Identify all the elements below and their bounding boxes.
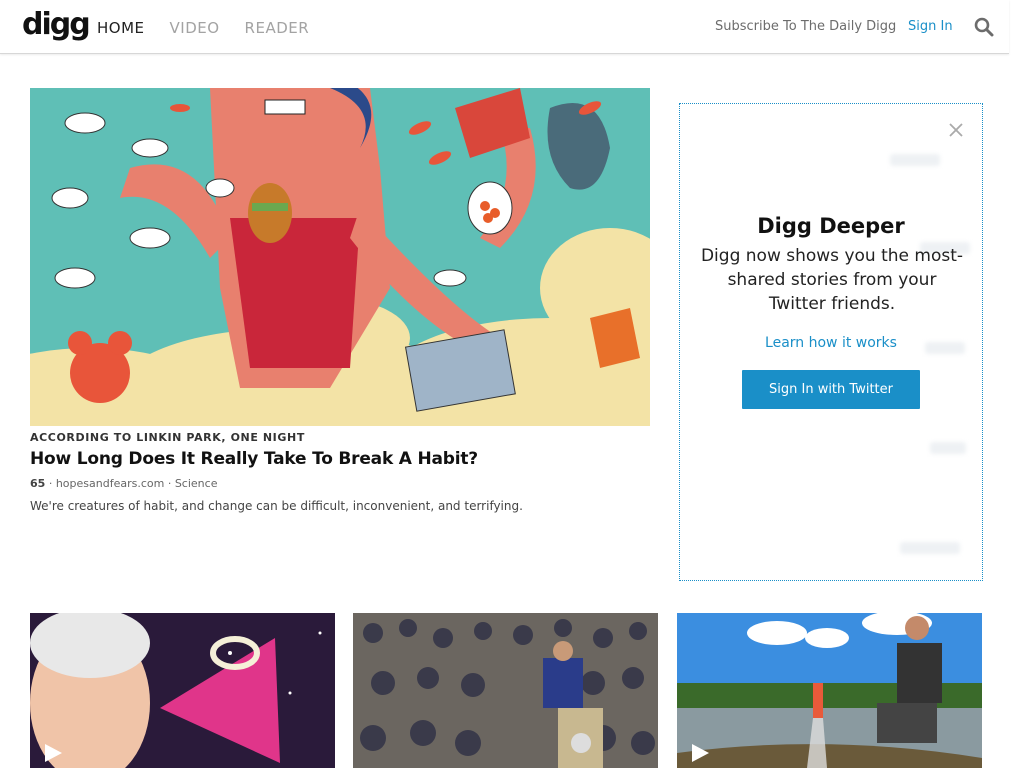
hero-meta: 65 · hopesandfears.com · Science bbox=[30, 477, 217, 490]
search-icon[interactable] bbox=[974, 17, 994, 37]
sign-in-link[interactable]: Sign In bbox=[908, 19, 953, 34]
play-icon[interactable] bbox=[689, 742, 711, 764]
ghost-placeholder bbox=[890, 154, 940, 166]
learn-how-link[interactable]: Learn how it works bbox=[680, 335, 982, 351]
source-link[interactable]: hopesandfears.com bbox=[56, 477, 165, 490]
crowd-airport-security bbox=[353, 613, 658, 768]
hero-image[interactable] bbox=[30, 88, 650, 426]
man-launching-rocket-lake bbox=[677, 613, 982, 768]
story-card[interactable] bbox=[353, 613, 658, 768]
hero-kicker: ACCORDING TO LINKIN PARK, ONE NIGHT bbox=[30, 431, 305, 444]
digg-count[interactable]: 65 bbox=[30, 477, 45, 490]
category-link[interactable]: Science bbox=[175, 477, 218, 490]
play-icon[interactable] bbox=[42, 742, 64, 764]
older-woman-cosmic-triangle bbox=[30, 613, 335, 768]
sign-in-twitter-button[interactable]: Sign In with Twitter bbox=[742, 370, 920, 409]
ghost-placeholder bbox=[900, 542, 960, 554]
ghost-placeholder bbox=[930, 442, 966, 454]
hero-headline[interactable]: How Long Does It Really Take To Break A … bbox=[30, 449, 478, 469]
illustration-woman-eating bbox=[30, 88, 650, 426]
subscribe-link[interactable]: Subscribe To The Daily Digg bbox=[715, 19, 896, 34]
hero-description: We're creatures of habit, and change can… bbox=[30, 499, 523, 513]
digg-deeper-promo: Digg Deeper Digg now shows you the most-… bbox=[679, 103, 983, 581]
digg-logo[interactable]: digg bbox=[22, 10, 91, 40]
promo-text: Digg now shows you the most-shared stori… bbox=[700, 246, 964, 314]
nav-home[interactable]: HOME bbox=[97, 19, 145, 37]
story-card[interactable] bbox=[30, 613, 335, 768]
nav-reader[interactable]: READER bbox=[245, 19, 310, 37]
story-card[interactable] bbox=[677, 613, 982, 768]
meta-dot: · bbox=[167, 477, 175, 490]
main-nav: HOME VIDEO READER bbox=[97, 19, 309, 37]
close-icon[interactable] bbox=[948, 122, 964, 138]
nav-video[interactable]: VIDEO bbox=[170, 19, 220, 37]
promo-title: Digg Deeper bbox=[757, 214, 905, 238]
top-header: digg HOME VIDEO READER Subscribe To The … bbox=[0, 0, 1009, 54]
meta-dot: · bbox=[48, 477, 56, 490]
